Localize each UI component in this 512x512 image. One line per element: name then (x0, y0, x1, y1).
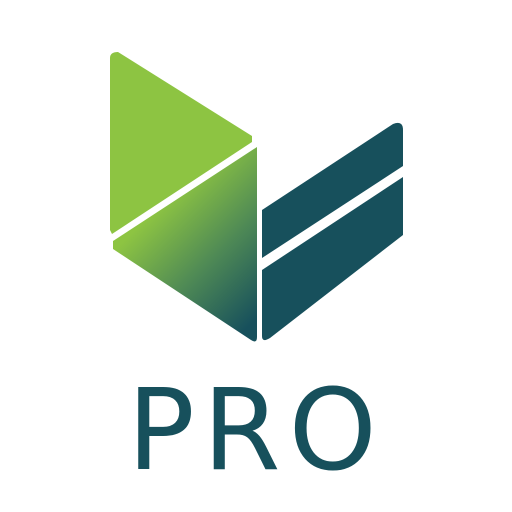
logo-wordmark: PRO (127, 372, 385, 482)
wordmark-text: PRO (127, 372, 385, 482)
pro-logo: PRO (0, 0, 512, 512)
